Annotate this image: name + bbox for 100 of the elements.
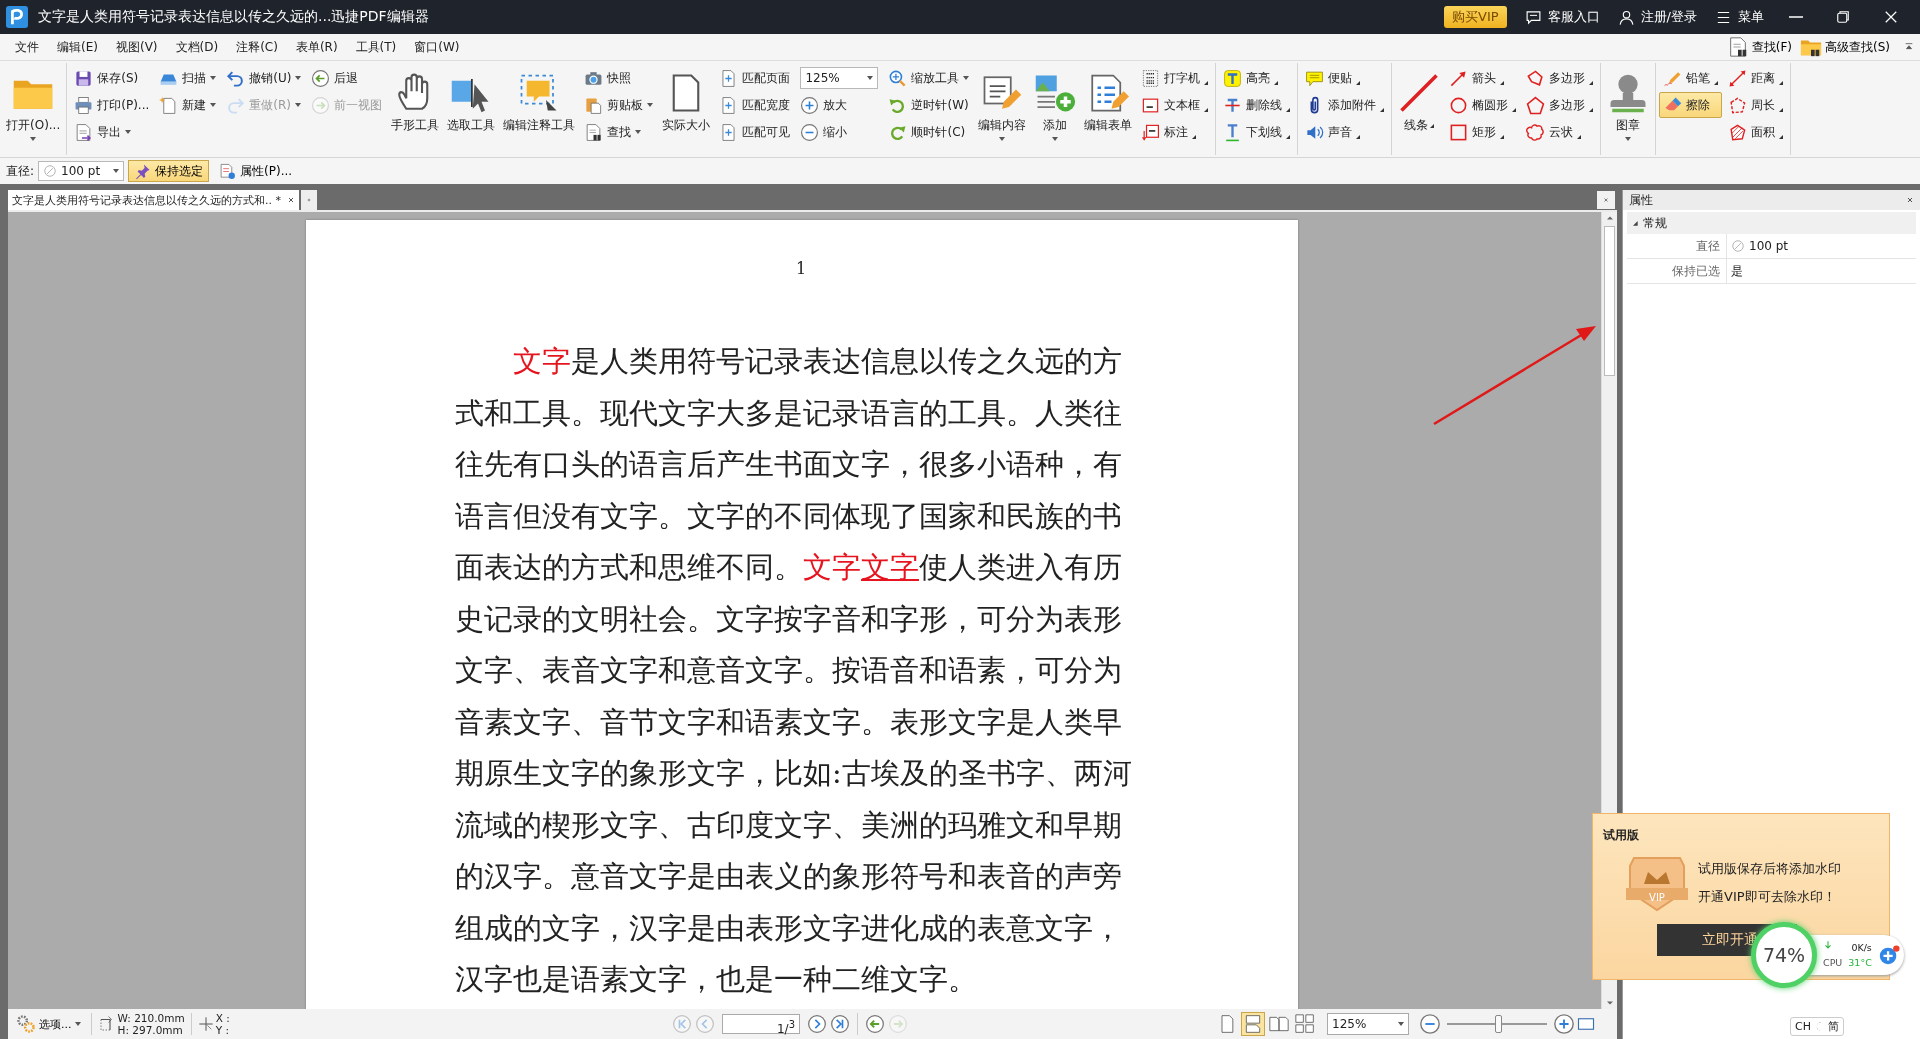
tool-button[interactable]: 匹配宽度 <box>715 92 795 118</box>
tool-button[interactable]: 逆时针(W) <box>884 92 974 118</box>
zoom-combo[interactable]: 125% <box>1327 1013 1409 1035</box>
x-coordinate: X : <box>215 1012 230 1024</box>
tool-button[interactable]: 标注 <box>1137 119 1213 145</box>
tool-button[interactable]: 周长 <box>1724 92 1788 118</box>
tool-button[interactable]: 导出 <box>70 119 154 145</box>
add-button[interactable] <box>1877 944 1900 966</box>
tool-button[interactable]: 打开(O)... <box>3 63 64 149</box>
search-document-icon <box>584 122 604 142</box>
tool-button[interactable]: 实际大小 <box>659 63 714 149</box>
tool-button[interactable]: 删除线 <box>1219 92 1295 118</box>
menu-item[interactable]: 编辑(E) <box>48 36 107 58</box>
add-circle-icon <box>1877 944 1900 966</box>
slider-thumb[interactable] <box>1495 1015 1502 1033</box>
caret-icon <box>210 76 217 80</box>
zoom-out-button[interactable] <box>1419 1013 1441 1035</box>
menu-item[interactable]: 文档(D) <box>166 36 228 58</box>
tool-button[interactable]: 距离 <box>1724 65 1788 91</box>
size-dropdown[interactable]: 100 pt <box>38 161 125 181</box>
tool-button[interactable]: 缩放工具 <box>884 65 974 91</box>
menu-button[interactable]: 菜单 <box>1715 8 1764 26</box>
caret-icon <box>113 169 120 173</box>
tool-button[interactable]: 缩小 <box>796 119 883 145</box>
tool-button[interactable]: 矩形 <box>1445 119 1521 145</box>
tool-button[interactable]: 椭圆形 <box>1445 92 1521 118</box>
last-page-button[interactable] <box>830 1014 850 1034</box>
corner-icon <box>1589 81 1594 85</box>
support-link[interactable]: 客服入口 <box>1524 8 1600 26</box>
menu-item[interactable]: 窗口(W) <box>405 36 469 58</box>
options-button[interactable]: 选项... <box>12 1014 85 1034</box>
tool-button[interactable]: 编辑表单 <box>1081 63 1136 149</box>
toolbar-button[interactable]: 属性(P)... <box>213 160 299 182</box>
input-method-indicator[interactable]: CH 简 <box>1790 1017 1844 1036</box>
diameter-icon <box>43 164 58 178</box>
tool-button[interactable]: 便贴 <box>1301 65 1389 91</box>
tool-button[interactable]: 多边形 <box>1522 65 1598 91</box>
buy-vip-button[interactable]: 购买VIP <box>1444 6 1507 28</box>
scroll-thumb[interactable] <box>1604 226 1615 376</box>
tool-button[interactable]: 编辑内容 <box>975 63 1030 149</box>
next-page-button[interactable] <box>807 1014 827 1034</box>
tool-button[interactable]: 线条 <box>1395 63 1444 149</box>
login-link[interactable]: 注册/登录 <box>1617 8 1697 26</box>
tool-button[interactable]: 查找 <box>580 119 658 145</box>
tool-button[interactable]: 擦除 <box>1659 92 1723 118</box>
tool-button[interactable]: 打印(P)... <box>70 92 154 118</box>
tool-button[interactable]: 添加 <box>1031 63 1080 149</box>
tool-button[interactable]: 保存(S) <box>70 65 154 91</box>
tool-button[interactable]: 剪贴板 <box>580 92 658 118</box>
tool-button[interactable]: 铅笔 <box>1659 65 1723 91</box>
tool-button[interactable]: 后退 <box>307 65 387 91</box>
popup-title: 试用版 <box>1603 827 1640 844</box>
tool-button[interactable]: 新建 <box>155 92 221 118</box>
corner-icon <box>1512 108 1517 112</box>
crosshair-icon <box>197 1016 214 1032</box>
tool-button[interactable]: 箭头 <box>1445 65 1521 91</box>
fit-window-button[interactable] <box>1577 1015 1595 1033</box>
back-button[interactable] <box>865 1014 885 1034</box>
tool-button[interactable]: 选取工具 <box>444 63 499 149</box>
menu-item[interactable]: 注释(C) <box>227 36 287 58</box>
page-number-field[interactable]: 1/$^{3}$ <box>722 1014 800 1034</box>
corner-icon <box>1380 108 1385 112</box>
document-tab[interactable]: 文字是人类用符号记录表达信息以传之久远的方式和.. * <box>8 190 299 210</box>
tool-button[interactable]: 放大 <box>796 92 883 118</box>
view-mode-button[interactable] <box>1293 1012 1317 1036</box>
zoom-combo[interactable]: 125% <box>800 67 879 89</box>
tool-button[interactable]: 编辑注释工具 <box>500 63 579 149</box>
corner-icon <box>1500 81 1505 85</box>
tool-button[interactable]: 声音 <box>1301 119 1389 145</box>
close-panel-button[interactable] <box>1906 196 1914 204</box>
menu-item[interactable]: 文件 <box>6 36 48 58</box>
tool-button[interactable]: 高亮 <box>1219 65 1295 91</box>
tool-button[interactable]: 云状 <box>1522 119 1598 145</box>
tool-button[interactable]: 图章 <box>1604 63 1653 149</box>
search-button[interactable]: 查找(F) <box>1722 36 1796 58</box>
tool-button[interactable]: 下划线 <box>1219 119 1295 145</box>
group-header[interactable]: 常规 <box>1627 212 1916 234</box>
tool-button[interactable]: 多边形 <box>1522 92 1598 118</box>
zoom-out-icon <box>800 122 820 142</box>
tool-button[interactable]: 面积 <box>1724 119 1788 145</box>
view-mode-button[interactable] <box>1241 1012 1265 1036</box>
printer-icon <box>74 95 94 115</box>
close-icon[interactable] <box>287 196 295 204</box>
tool-button[interactable]: 扫描 <box>155 65 221 91</box>
tool-button[interactable]: 匹配页面 <box>715 65 795 91</box>
menu-item[interactable]: 表单(R) <box>286 36 347 58</box>
toolbar-button[interactable]: 保持选定 <box>128 160 210 182</box>
tool-button[interactable]: 顺时针(C) <box>884 119 974 145</box>
tool-button[interactable]: 打字机 <box>1137 65 1213 91</box>
zoom-in-button[interactable] <box>1553 1013 1575 1035</box>
tool-button[interactable]: 快照 <box>580 65 658 91</box>
tool-button[interactable]: 添加附件 <box>1301 92 1389 118</box>
tool-button[interactable]: 手形工具 <box>388 63 443 149</box>
tool-button[interactable]: 匹配可见 <box>715 119 795 145</box>
menu-item[interactable]: 工具(T) <box>346 36 406 58</box>
two-page-icon <box>1269 1014 1289 1034</box>
search-button[interactable]: 高级查找(S) <box>1796 36 1894 58</box>
tool-button[interactable]: 文本框 <box>1137 92 1213 118</box>
menu-item[interactable]: 视图(V) <box>106 36 167 58</box>
tool-button[interactable]: 撤销(U) <box>222 65 306 91</box>
